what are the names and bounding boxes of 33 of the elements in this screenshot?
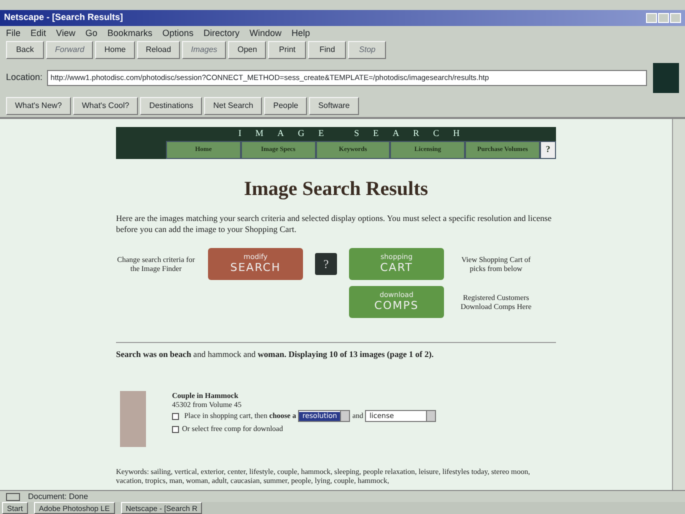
toolbar-button[interactable]: Back bbox=[6, 41, 44, 59]
menu-item[interactable]: Directory bbox=[203, 27, 240, 38]
toolbar-button[interactable]: Open bbox=[228, 41, 266, 59]
menu-item[interactable]: Edit bbox=[30, 27, 46, 38]
page-heading: Image Search Results bbox=[242, 177, 430, 201]
menu-item[interactable]: Options bbox=[162, 27, 194, 38]
menu-item[interactable]: Window bbox=[249, 27, 282, 38]
directory-button[interactable]: Software bbox=[309, 97, 359, 115]
search-summary: Search was on beach and hammock and woman. Displaying 10 of 13 images (page 1 of 2). bbox=[116, 342, 556, 361]
directory-button[interactable]: What's New? bbox=[6, 97, 71, 115]
toolbar-button[interactable]: Reload bbox=[136, 41, 180, 59]
photo-placeholder bbox=[120, 390, 146, 447]
toolbar-button[interactable]: Print bbox=[268, 41, 306, 59]
location-label: Location: bbox=[6, 71, 43, 84]
scrollbar[interactable] bbox=[672, 119, 685, 490]
status-text: Document: Done bbox=[28, 490, 88, 502]
menu-item[interactable]: Help bbox=[291, 27, 310, 38]
directory-button[interactable]: Net Search bbox=[204, 97, 262, 115]
banner-title: IMAGE SEARCH bbox=[237, 127, 475, 140]
toolbar-button[interactable]: Find bbox=[308, 41, 346, 59]
directory-button[interactable]: What's Cool? bbox=[72, 97, 138, 115]
toolbar-button[interactable]: Home bbox=[95, 41, 135, 59]
help-button[interactable]: ? bbox=[315, 252, 337, 275]
menu-item[interactable]: Go bbox=[85, 27, 98, 38]
directory-button[interactable]: Destinations bbox=[140, 97, 202, 115]
menu-item[interactable]: Bookmarks bbox=[107, 27, 152, 38]
directory-button[interactable]: People bbox=[264, 97, 308, 115]
intro-text: Here are the images matching your search criteria and selected display options. You must select a specific resolution and license before you can add the image to your Shopping Cart. bbox=[116, 213, 552, 236]
checkbox[interactable] bbox=[172, 412, 179, 420]
menu-item[interactable]: File bbox=[6, 27, 21, 38]
window-title: Netscape - [Search Results] bbox=[4, 11, 124, 24]
checkbox[interactable] bbox=[172, 426, 179, 434]
menu-item[interactable]: View bbox=[56, 27, 76, 38]
